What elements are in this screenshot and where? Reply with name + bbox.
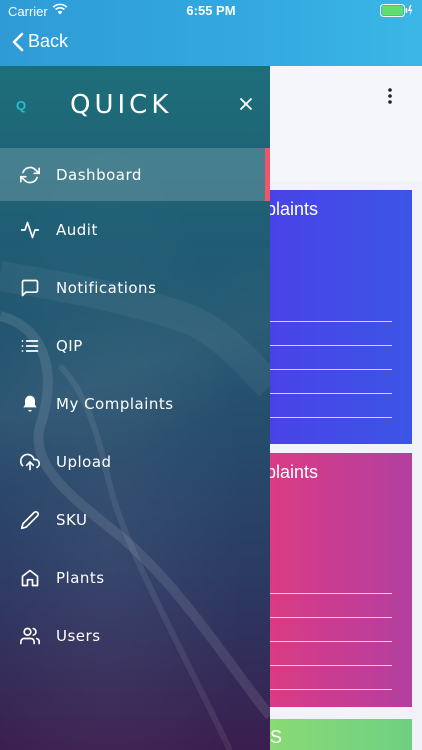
menu-item-label: Audit	[56, 221, 98, 239]
more-options-icon[interactable]	[388, 88, 392, 109]
menu-item-label: SKU	[56, 511, 88, 529]
menu-item-label: My Complaints	[56, 395, 174, 413]
list-icon	[20, 336, 40, 356]
battery-icon	[380, 4, 414, 20]
menu-item-sku[interactable]: SKU	[0, 491, 270, 549]
refresh-icon	[20, 165, 40, 185]
message-square-icon	[20, 278, 40, 298]
menu-item-audit[interactable]: Audit	[0, 201, 270, 259]
menu-item-label: Users	[56, 627, 101, 645]
upload-cloud-icon	[20, 452, 40, 472]
menu-item-label: Notifications	[56, 279, 157, 297]
app-logo-icon: Q	[16, 98, 27, 113]
menu-item-dashboard[interactable]: Dashboard	[0, 148, 270, 201]
chevron-left-icon	[12, 32, 24, 51]
back-button[interactable]: Back	[12, 31, 68, 52]
card-lines	[270, 593, 392, 707]
side-drawer: Q QUICK Dashboard Audit Notifications QI…	[0, 66, 270, 750]
top-bar: Carrier 6:55 PM Back	[0, 0, 422, 66]
bell-icon	[20, 394, 40, 414]
menu-item-notifications[interactable]: Notifications	[0, 259, 270, 317]
status-time: 6:55 PM	[186, 3, 236, 18]
status-bar: Carrier 6:55 PM	[0, 0, 422, 22]
menu-item-label: Upload	[56, 453, 112, 471]
activity-icon	[20, 220, 40, 240]
pencil-icon	[20, 510, 40, 530]
menu-item-upload[interactable]: Upload	[0, 433, 270, 491]
close-icon[interactable]	[238, 96, 254, 112]
menu-item-my-complaints[interactable]: My Complaints	[0, 375, 270, 433]
menu-item-users[interactable]: Users	[0, 607, 270, 665]
card-lines	[270, 321, 392, 441]
back-label: Back	[28, 31, 69, 51]
home-icon	[20, 568, 40, 588]
users-icon	[20, 626, 40, 646]
drawer-menu: Dashboard Audit Notifications QIP My Com	[0, 148, 270, 665]
menu-item-label: Plants	[56, 569, 105, 587]
menu-item-label: Dashboard	[56, 165, 142, 184]
menu-item-qip[interactable]: QIP	[0, 317, 270, 375]
brand-title: QUICK	[70, 90, 173, 120]
menu-item-plants[interactable]: Plants	[0, 549, 270, 607]
drawer-header: Q QUICK	[0, 66, 270, 146]
menu-item-label: QIP	[56, 337, 83, 355]
